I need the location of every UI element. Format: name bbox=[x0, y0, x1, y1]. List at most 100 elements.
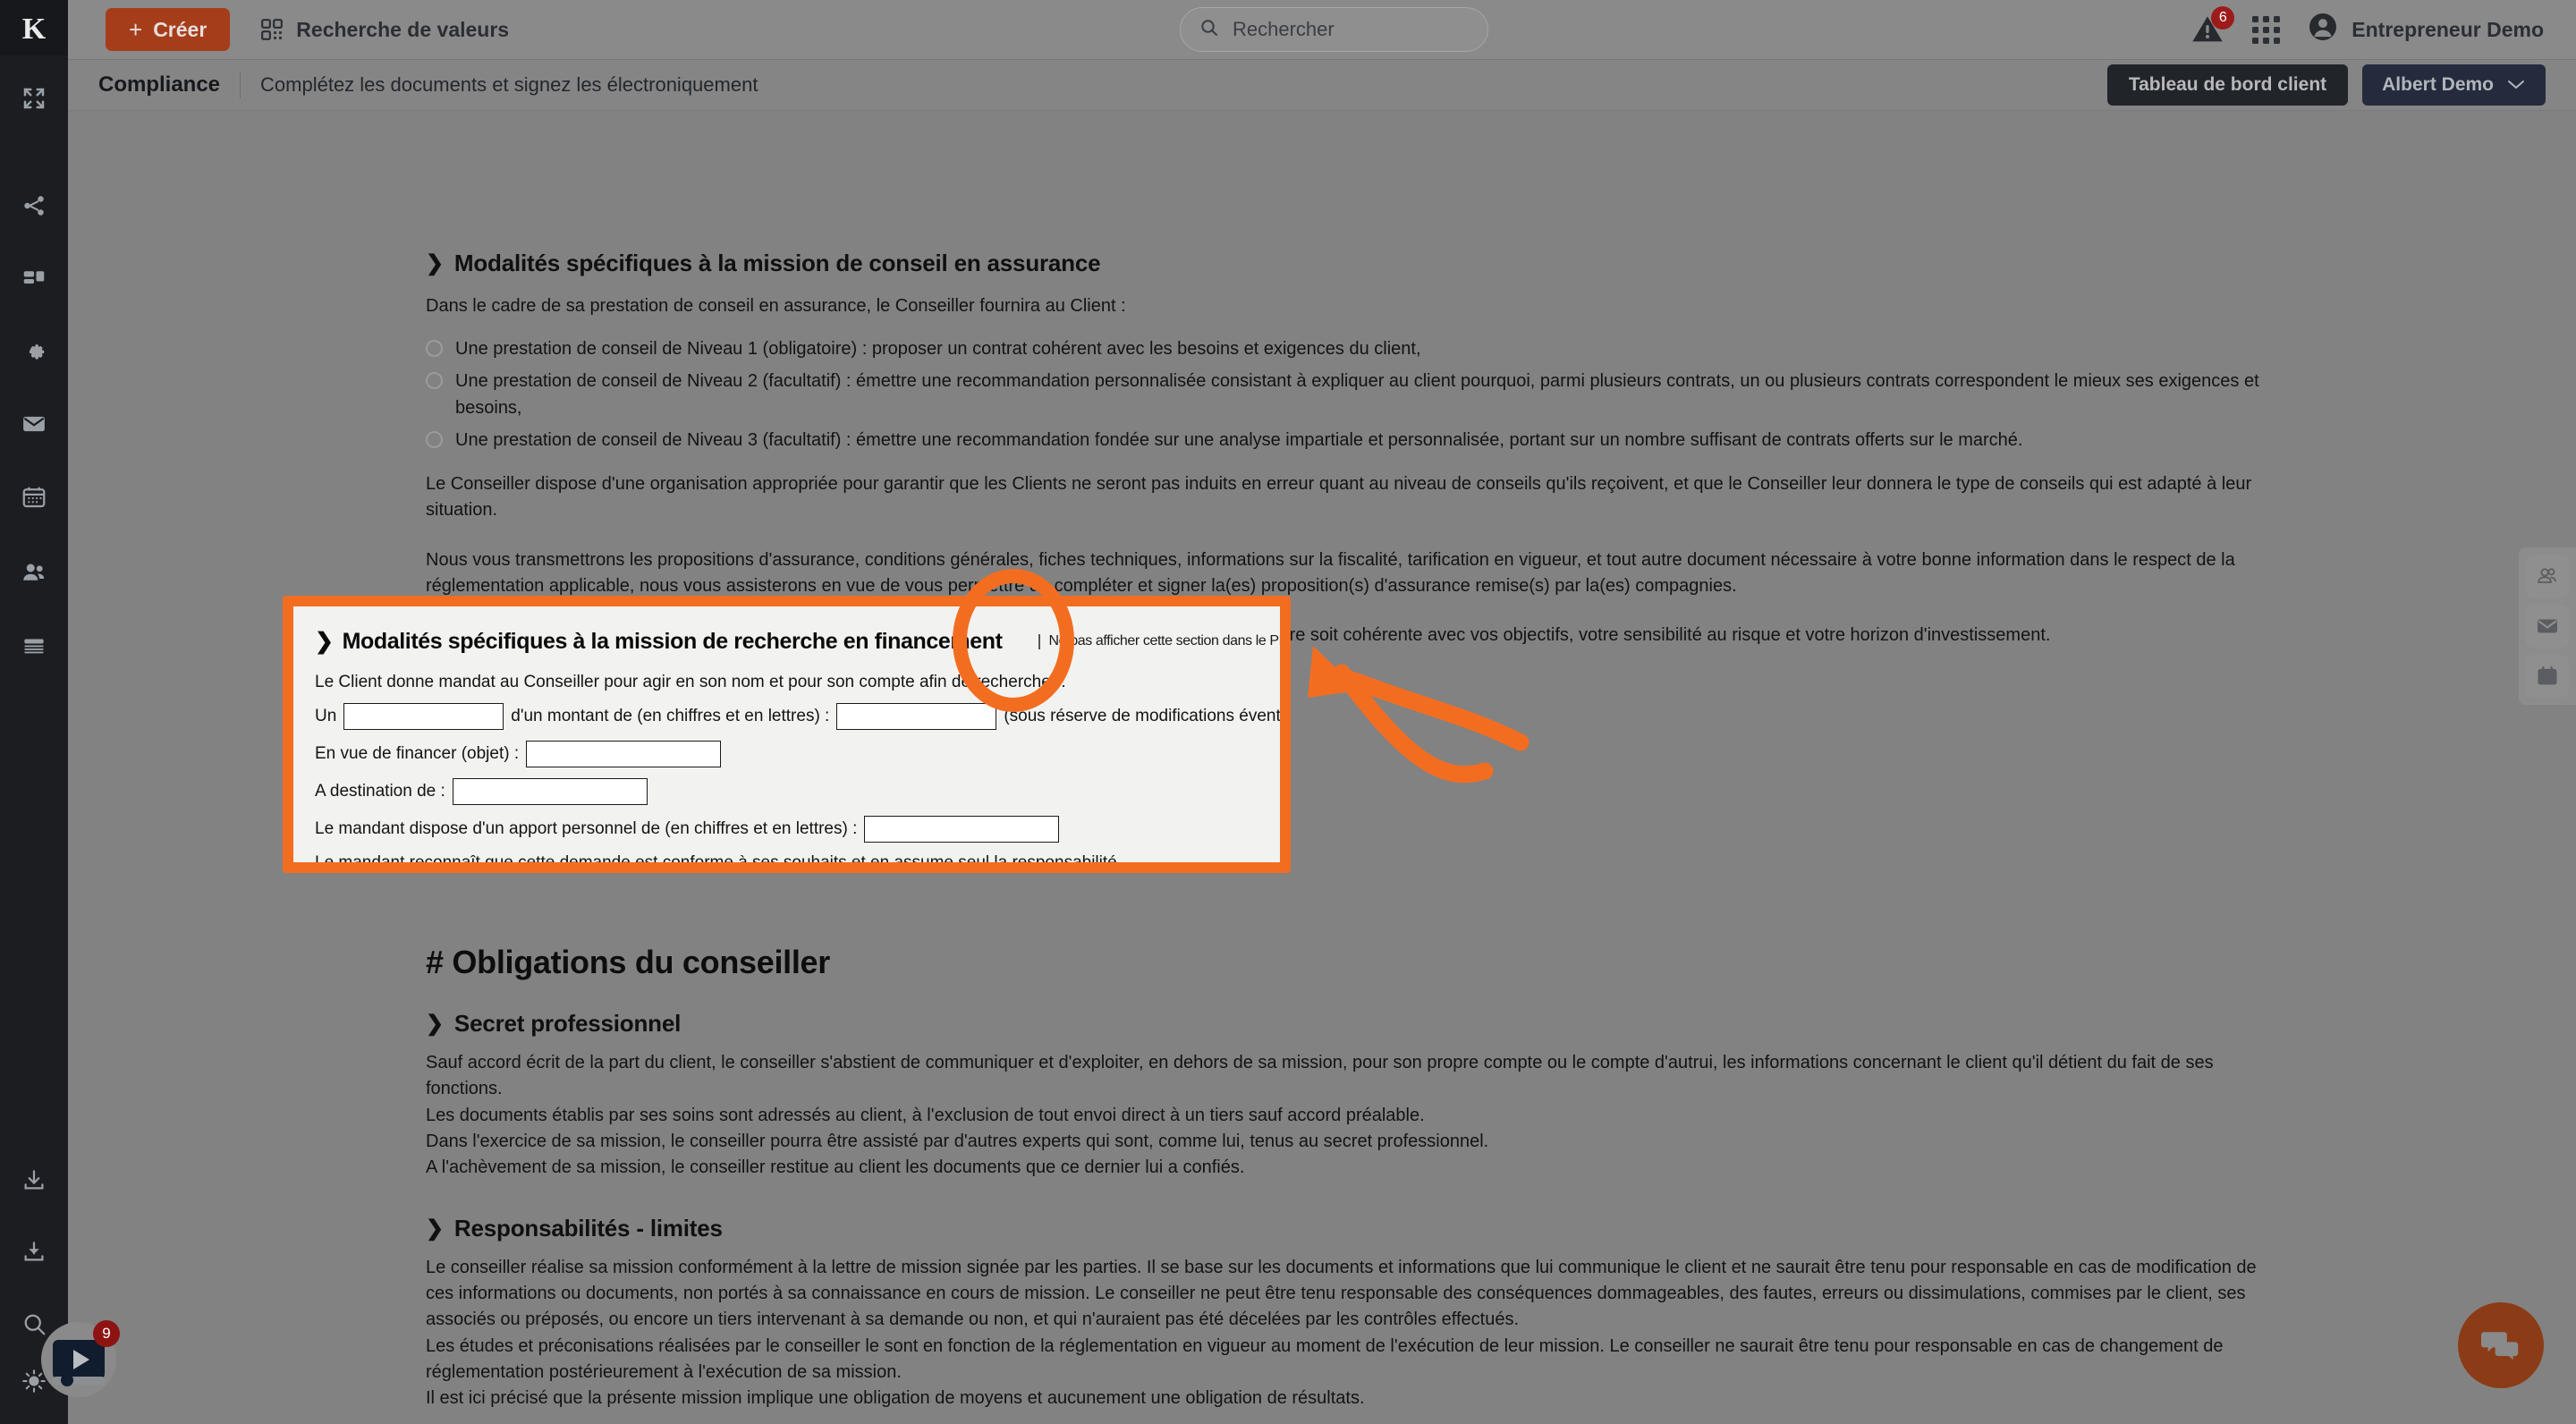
plus-icon: + bbox=[129, 16, 143, 43]
dock-item-contacts[interactable] bbox=[2526, 555, 2569, 598]
financement-row-objet: Un d'un montant de (en chiffres et en le… bbox=[315, 703, 1280, 730]
assurance-option-2-label: Une prestation de conseil de Niveau 2 (f… bbox=[455, 371, 2259, 419]
financement-row-financer: En vue de financer (objet) : bbox=[315, 741, 1280, 767]
user-menu-button[interactable]: Entrepreneur Demo bbox=[2307, 11, 2544, 48]
sidebar-item-mail[interactable] bbox=[0, 404, 68, 444]
secret-line-3: Dans l'exercice de sa mission, le consei… bbox=[426, 1131, 1489, 1151]
contacts-icon bbox=[2535, 564, 2560, 589]
responsabilites-line-3: Il est ici précisé que la présente missi… bbox=[426, 1388, 1365, 1408]
hide-section-checkbox[interactable] bbox=[1038, 633, 1040, 649]
apps-grid-icon bbox=[2252, 15, 2281, 44]
section-title-secret: Secret professionnel bbox=[453, 1010, 682, 1038]
financement-row-apport: Le mandant dispose d'un apport personnel… bbox=[315, 816, 1280, 843]
annotation-highlight-frame: ❯ Modalités spécifiques à la mission de … bbox=[283, 596, 1291, 873]
account-switcher-button[interactable]: Albert Demo bbox=[2362, 64, 2546, 106]
sidebar-item-settings[interactable] bbox=[0, 331, 68, 370]
breadcrumb-sub: Complétez les documents et signez les él… bbox=[260, 73, 758, 96]
sidebar-item-contacts[interactable] bbox=[0, 553, 68, 592]
sidebar-item-download[interactable] bbox=[0, 1161, 68, 1200]
financement-mandate-line: Le Client donne mandat au Conseiller pou… bbox=[315, 673, 1066, 691]
left-sidebar: K bbox=[0, 0, 68, 1424]
search-icon bbox=[21, 1310, 47, 1337]
search-icon bbox=[1199, 17, 1220, 43]
app-logo[interactable]: K bbox=[0, 7, 68, 52]
radio-icon[interactable] bbox=[426, 372, 443, 390]
apps-menu-button[interactable] bbox=[2252, 15, 2281, 44]
secret-line-4: A l'achèvement de sa mission, le conseil… bbox=[426, 1157, 1245, 1177]
assurance-option-1[interactable]: Une prestation de conseil de Niveau 1 (o… bbox=[426, 335, 2286, 362]
top-bar-right: 6 Entrepreneur Demo bbox=[2190, 0, 2544, 59]
financement-section-card: ❯ Modalités spécifiques à la mission de … bbox=[293, 606, 1280, 862]
field-montant[interactable] bbox=[836, 703, 997, 730]
secret-line-2: Les documents établis par ses soins sont… bbox=[426, 1105, 1425, 1125]
value-search-label: Recherche de valeurs bbox=[296, 17, 510, 41]
expand-icon bbox=[21, 85, 47, 112]
assurance-paragraph-2: Nous vous transmettrons les propositions… bbox=[426, 549, 2235, 596]
play-icon bbox=[72, 1350, 89, 1369]
assurance-option-2[interactable]: Une prestation de conseil de Niveau 2 (f… bbox=[426, 368, 2286, 421]
user-avatar-icon bbox=[2307, 11, 2339, 48]
global-search-placeholder: Rechercher bbox=[1233, 18, 1335, 40]
download-alt-icon bbox=[21, 1239, 47, 1266]
video-stand bbox=[52, 1377, 106, 1385]
chevron-right-icon: ❯ bbox=[426, 1216, 444, 1242]
mail-icon bbox=[21, 411, 47, 437]
video-screen-icon bbox=[53, 1340, 105, 1379]
field-financer-objet[interactable] bbox=[526, 741, 722, 767]
section-heading-financement[interactable]: ❯ Modalités spécifiques à la mission de … bbox=[315, 628, 1280, 655]
assurance-option-3-label: Une prestation de conseil de Niveau 3 (f… bbox=[455, 430, 2023, 451]
notifications-button[interactable]: 6 bbox=[2190, 6, 2235, 47]
calendar-icon bbox=[2535, 664, 2560, 689]
user-name-label: Entrepreneur Demo bbox=[2351, 17, 2544, 41]
gear-icon bbox=[21, 337, 47, 364]
sidebar-item-list[interactable] bbox=[0, 626, 68, 665]
client-dashboard-button[interactable]: Tableau de bord client bbox=[2106, 64, 2349, 106]
assurance-option-1-label: Une prestation de conseil de Niveau 1 (o… bbox=[455, 339, 1421, 360]
create-button-label: Créer bbox=[153, 17, 208, 41]
radio-icon[interactable] bbox=[426, 340, 443, 358]
chevron-down-icon bbox=[2506, 74, 2526, 96]
sidebar-item-expand[interactable] bbox=[0, 79, 68, 118]
financement-financer-label: En vue de financer (objet) : bbox=[315, 744, 520, 763]
warning-triangle-icon bbox=[2190, 16, 2225, 51]
chat-bubbles-icon bbox=[2479, 1324, 2522, 1367]
chat-support-button[interactable] bbox=[2458, 1302, 2544, 1388]
value-search-link[interactable]: Recherche de valeurs bbox=[260, 18, 509, 42]
assurance-paragraph-1: Le Conseiller dispose d'une organisation… bbox=[426, 474, 2252, 521]
secret-line-1: Sauf accord écrit de la part du client, … bbox=[426, 1053, 2214, 1099]
list-icon bbox=[21, 632, 47, 659]
mail-icon bbox=[2535, 614, 2560, 639]
assurance-intro: Dans le cadre de sa prestation de consei… bbox=[426, 296, 1126, 316]
radio-icon[interactable] bbox=[426, 431, 443, 449]
sidebar-item-share[interactable] bbox=[0, 186, 68, 225]
share-icon bbox=[21, 192, 47, 219]
sidebar-item-calendar[interactable] bbox=[0, 478, 68, 517]
video-badge: 9 bbox=[93, 1320, 120, 1347]
right-dock bbox=[2519, 547, 2576, 705]
financement-un-prefix: Un bbox=[315, 707, 337, 725]
responsabilites-line-2: Les études et préconisations réalisées p… bbox=[426, 1335, 2224, 1382]
section-heading-assurance[interactable]: ❯ Modalités spécifiques à la mission de … bbox=[426, 250, 2286, 277]
dock-item-calendar[interactable] bbox=[2526, 655, 2569, 698]
responsabilites-line-1: Le conseiller réalise sa mission conform… bbox=[426, 1258, 2257, 1330]
global-search-input[interactable]: Rechercher bbox=[1180, 7, 1488, 52]
download-icon bbox=[21, 1167, 47, 1194]
video-tutorial-button[interactable]: 9 bbox=[41, 1320, 120, 1397]
field-apport[interactable] bbox=[864, 816, 1060, 843]
hide-section-label: Ne pas afficher cette section dans le PD… bbox=[1048, 633, 1280, 648]
create-button[interactable]: + Créer bbox=[106, 8, 231, 51]
section-title-assurance: Modalités spécifiques à la mission de co… bbox=[453, 250, 1101, 276]
sidebar-item-import[interactable] bbox=[0, 1233, 68, 1272]
field-objet-recherche[interactable] bbox=[343, 703, 504, 730]
chevron-right-icon: ❯ bbox=[426, 1012, 444, 1037]
assurance-option-3[interactable]: Une prestation de conseil de Niveau 3 (f… bbox=[426, 427, 2286, 453]
qr-code-icon bbox=[260, 18, 284, 41]
breadcrumb-actions: Tableau de bord client Albert Demo bbox=[2106, 64, 2546, 106]
breadcrumb-bar: Compliance Complétez les documents et si… bbox=[68, 59, 2576, 111]
section-heading-responsabilites[interactable]: ❯ Responsabilités - limites bbox=[426, 1215, 2286, 1242]
dock-item-mail[interactable] bbox=[2526, 605, 2569, 648]
field-destination[interactable] bbox=[452, 778, 648, 805]
sidebar-item-dashboard[interactable] bbox=[0, 259, 68, 299]
users-icon bbox=[21, 559, 47, 586]
section-heading-secret[interactable]: ❯ Secret professionnel bbox=[426, 1010, 2286, 1038]
